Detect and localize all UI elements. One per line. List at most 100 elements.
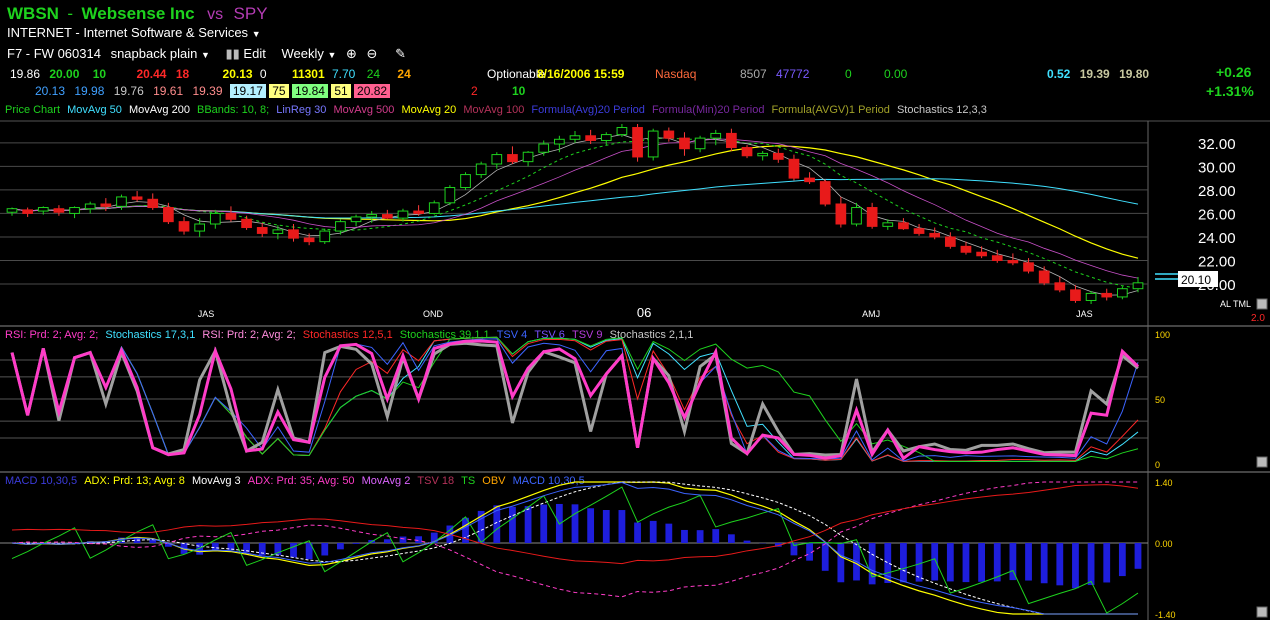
candle-body bbox=[256, 227, 268, 234]
macd-bar bbox=[868, 543, 876, 585]
candle-body bbox=[600, 134, 612, 141]
candle-body bbox=[194, 223, 206, 232]
scale-flags: AL TML bbox=[1220, 299, 1251, 309]
time-label: AMJ bbox=[862, 309, 880, 319]
candle-body bbox=[554, 138, 565, 145]
candle-body bbox=[585, 135, 596, 141]
macd-bar bbox=[1056, 543, 1064, 586]
macd-bar bbox=[649, 520, 657, 543]
candle-body bbox=[178, 221, 190, 232]
macd-bar bbox=[540, 504, 548, 543]
price-tick-label: 28.00 bbox=[1198, 183, 1236, 200]
axis-labels: 20.0022.0024.0026.0028.0030.0032.00JASON… bbox=[198, 136, 1236, 620]
macd-bar bbox=[524, 506, 532, 543]
candle-body bbox=[976, 251, 987, 257]
candle-body bbox=[209, 212, 221, 225]
macd-bar bbox=[931, 543, 939, 581]
osc-tick-label: 100 bbox=[1155, 330, 1170, 340]
macd-bar bbox=[837, 543, 845, 583]
macd-bar bbox=[149, 539, 157, 543]
macd-bar bbox=[509, 506, 516, 543]
candle-body bbox=[1023, 262, 1034, 272]
moving-average-line bbox=[11, 178, 1139, 219]
candle-body bbox=[1054, 282, 1066, 291]
candle-body bbox=[960, 245, 972, 253]
candle-body bbox=[84, 203, 96, 210]
candle-body bbox=[225, 212, 237, 220]
macd-bar bbox=[696, 530, 704, 543]
macd-bar bbox=[665, 523, 673, 543]
candle-body bbox=[772, 152, 784, 160]
candle-body bbox=[1038, 270, 1050, 284]
candle-body bbox=[726, 132, 737, 149]
candle-body bbox=[569, 135, 581, 140]
scale-number: 2.0 bbox=[1251, 313, 1265, 324]
candle-body bbox=[538, 143, 550, 153]
candle-body bbox=[53, 208, 65, 213]
candle-body bbox=[460, 174, 471, 189]
candle-body bbox=[444, 187, 456, 204]
candle-body bbox=[866, 207, 878, 227]
candle-body bbox=[710, 132, 722, 139]
candle-body bbox=[522, 151, 534, 163]
macd-bar bbox=[618, 510, 626, 543]
macd-bar bbox=[415, 536, 423, 543]
candle-body bbox=[1101, 292, 1113, 298]
candle-body bbox=[694, 137, 706, 150]
macd-bar bbox=[1087, 543, 1095, 586]
candle-body bbox=[679, 137, 690, 150]
moving-average-line bbox=[11, 134, 1139, 296]
time-label: JAS bbox=[1076, 309, 1093, 319]
macd-bar bbox=[258, 543, 266, 556]
candle-body bbox=[131, 196, 143, 200]
macd-bar bbox=[1025, 543, 1032, 581]
candle-body bbox=[507, 154, 518, 163]
candle-body bbox=[741, 147, 753, 157]
candle-body bbox=[428, 202, 440, 214]
price-tick-label: 22.00 bbox=[1198, 253, 1236, 270]
candle-body bbox=[882, 222, 894, 227]
time-label: JAS bbox=[198, 309, 215, 319]
candle-body bbox=[913, 228, 925, 234]
indicator-lines bbox=[11, 134, 1139, 296]
macd-bar bbox=[1103, 543, 1111, 583]
macd-bar bbox=[681, 529, 688, 543]
macd-bar bbox=[352, 543, 360, 544]
candle-body bbox=[647, 130, 659, 158]
price-tick-label: 24.00 bbox=[1198, 230, 1236, 247]
macd-bar bbox=[321, 543, 329, 556]
candle-body bbox=[69, 207, 80, 214]
candle-body bbox=[116, 196, 127, 207]
candles bbox=[6, 124, 1144, 304]
last-price: 20.10 bbox=[1181, 273, 1211, 287]
candle-body bbox=[616, 127, 628, 136]
macd-bar bbox=[1040, 543, 1048, 584]
macd-bar bbox=[290, 543, 297, 558]
macd-bar bbox=[1118, 543, 1126, 577]
macd-bar bbox=[587, 508, 595, 543]
macd-tick-label: 0.00 bbox=[1155, 539, 1173, 549]
candle-body bbox=[1085, 292, 1097, 301]
macd-histogram bbox=[24, 503, 1142, 589]
candle-body bbox=[22, 209, 33, 214]
candle-body bbox=[491, 154, 503, 165]
macd-bar bbox=[743, 540, 751, 543]
candle-body bbox=[100, 203, 112, 207]
candle-body bbox=[303, 237, 315, 243]
time-label: OND bbox=[423, 309, 444, 319]
chart-canvas[interactable]: 20.0022.0024.0026.0028.0030.0032.00JASON… bbox=[0, 0, 1270, 620]
macd-bar bbox=[978, 543, 986, 582]
time-label: 06 bbox=[637, 305, 651, 320]
price-tick-label: 32.00 bbox=[1198, 136, 1236, 153]
scroll-button[interactable] bbox=[1256, 298, 1268, 310]
macd-bar bbox=[821, 543, 829, 571]
scroll-button[interactable] bbox=[1256, 456, 1268, 468]
oscillator-line bbox=[10, 339, 1140, 461]
macd-bar bbox=[399, 536, 407, 543]
scroll-button[interactable] bbox=[1256, 606, 1268, 618]
macd-tick-label: 1.40 bbox=[1155, 478, 1173, 488]
candle-body bbox=[663, 130, 675, 139]
price-tick-label: 30.00 bbox=[1198, 159, 1236, 176]
candle-body bbox=[851, 207, 862, 225]
macd-bar bbox=[1072, 543, 1079, 589]
